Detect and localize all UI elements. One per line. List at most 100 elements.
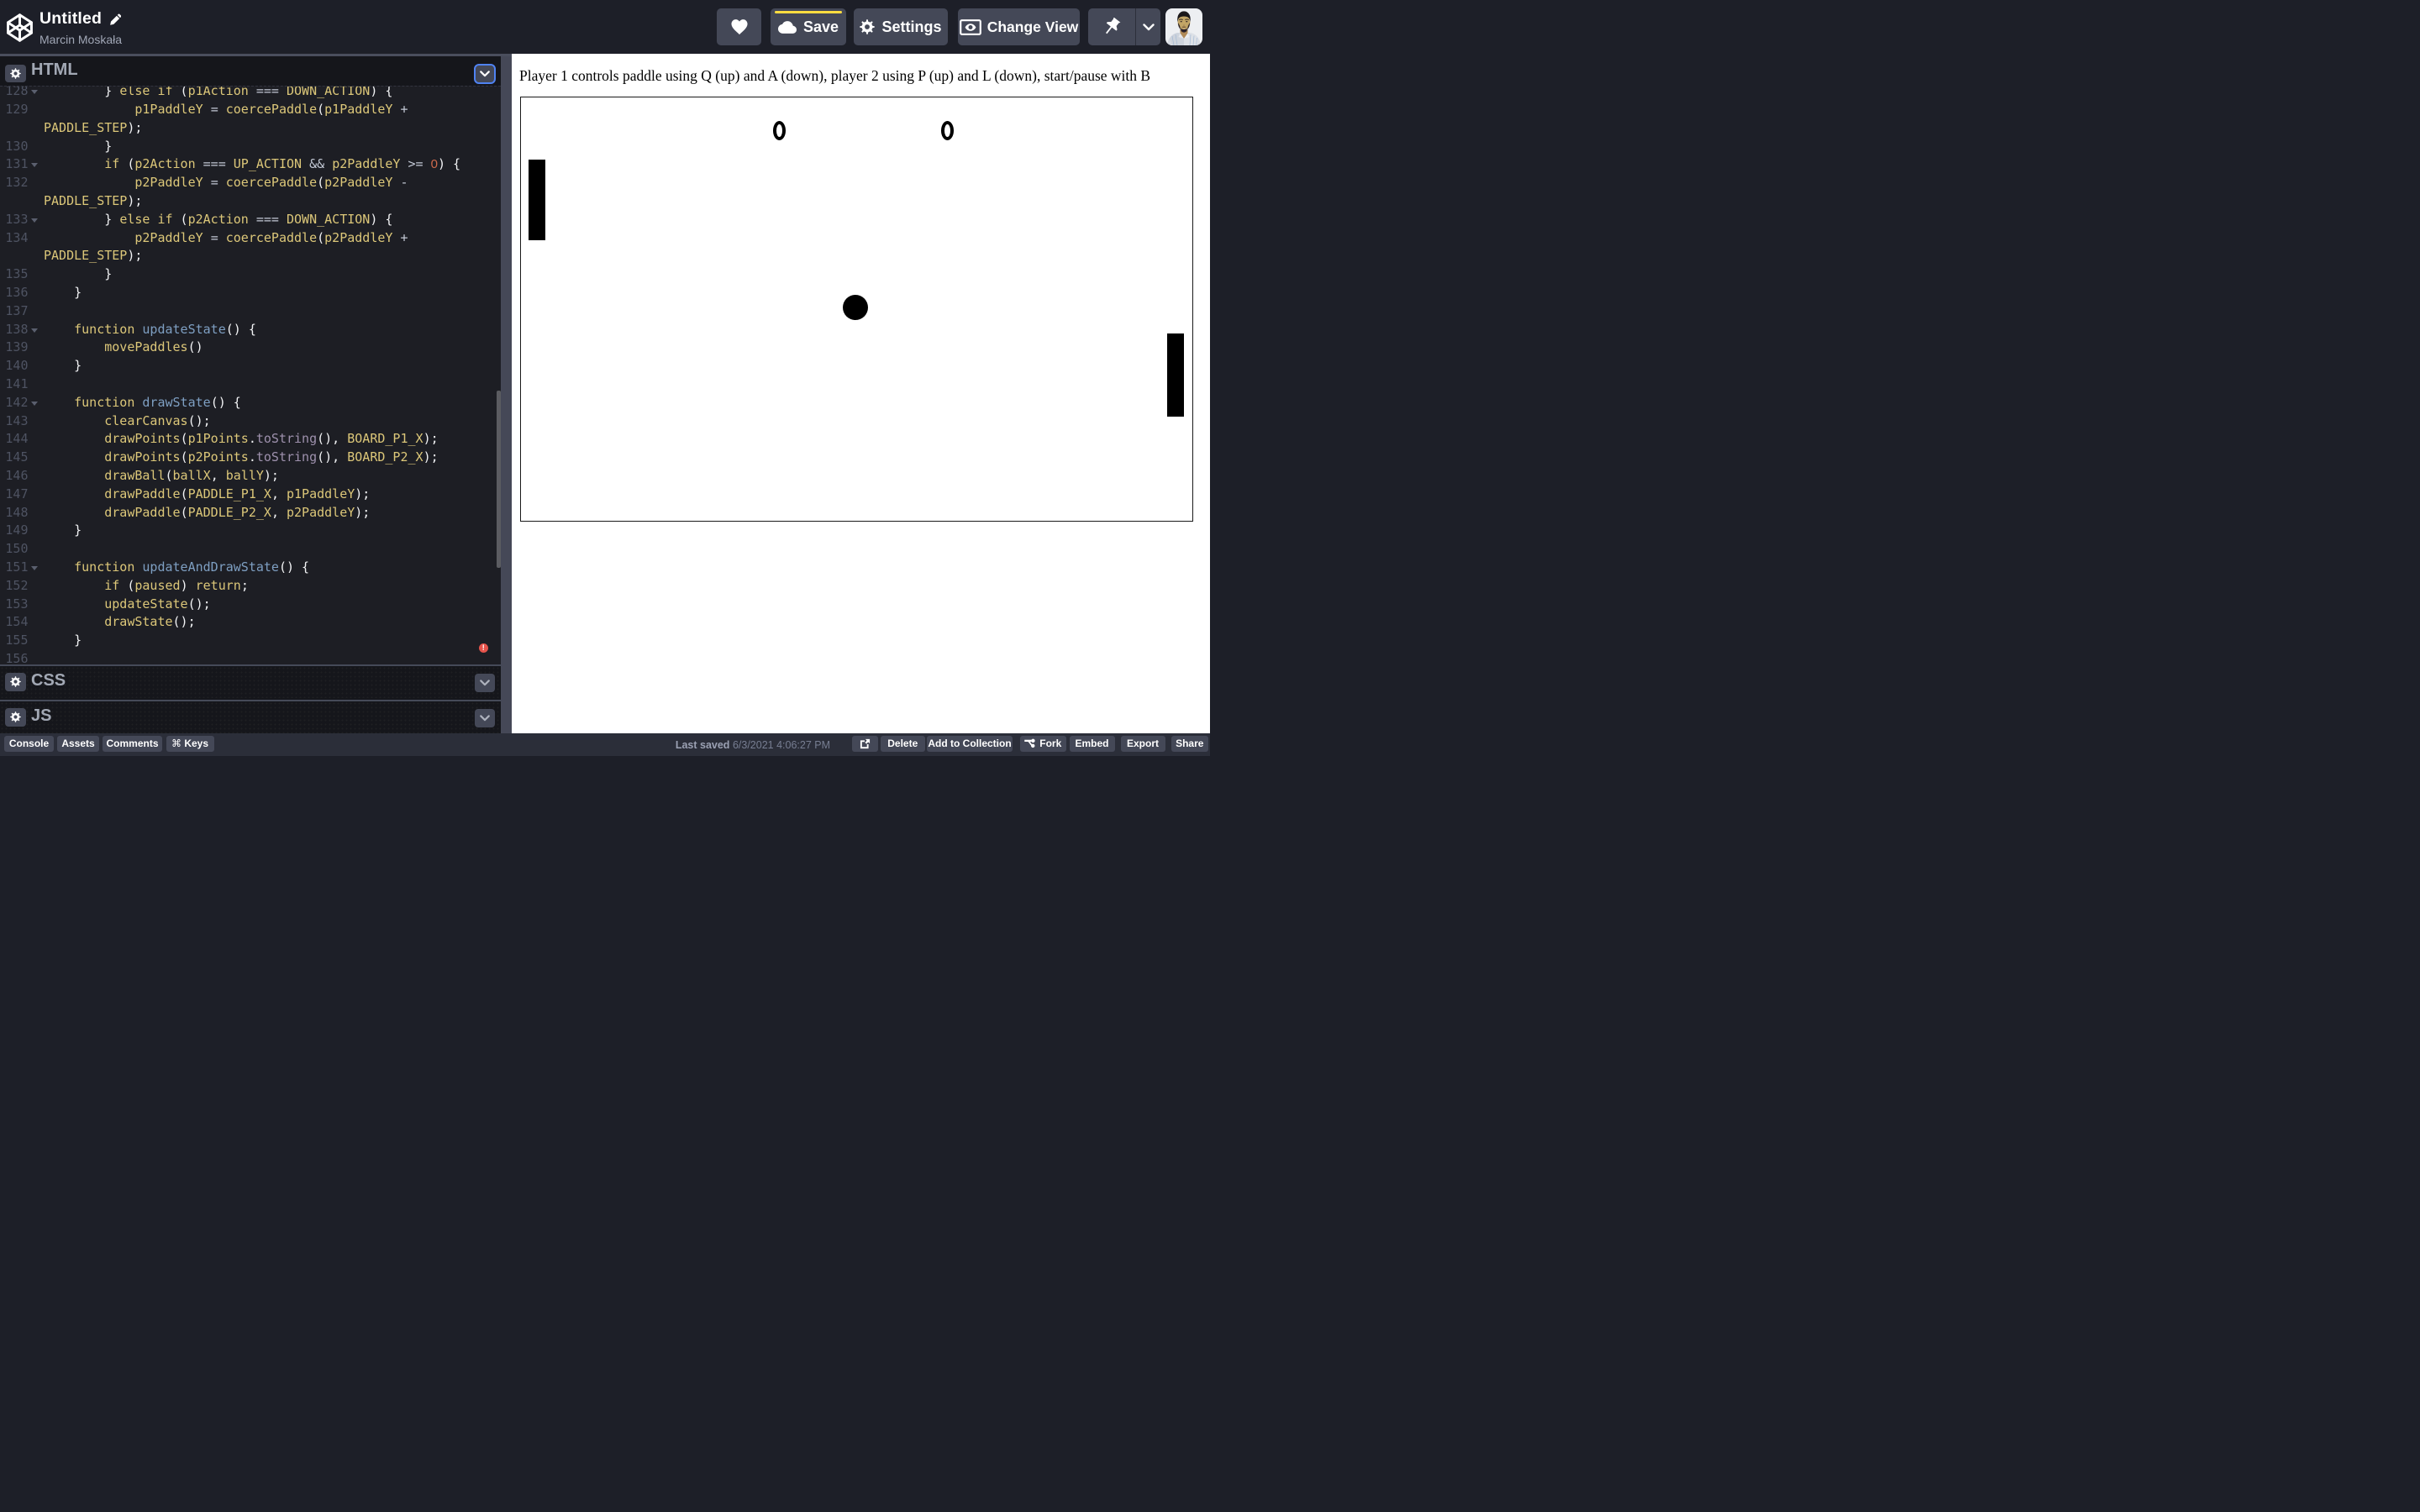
- code-line-156[interactable]: 156: [0, 650, 501, 666]
- change-view-label: Change View: [987, 18, 1079, 36]
- embed-button[interactable]: Embed: [1070, 736, 1115, 753]
- token-y: p2PaddleY: [134, 230, 203, 245]
- like-button[interactable]: [717, 8, 761, 45]
- fold-arrow-icon[interactable]: [31, 328, 38, 333]
- token-y: updateState: [104, 596, 187, 612]
- game-instructions: Player 1 controls paddle using Q (up) an…: [519, 67, 1183, 85]
- code-line-141[interactable]: 141: [0, 375, 501, 394]
- code-line-wrap[interactable]: PADDLE_STEP);: [0, 192, 501, 211]
- keyboard-shortcuts-button[interactable]: ⌘ Keys: [166, 736, 214, 753]
- code-text: PADDLE_STEP);: [44, 247, 142, 265]
- code-line-131[interactable]: 131 if (p2Action === UP_ACTION && p2Padd…: [0, 155, 501, 174]
- code-line-154[interactable]: 154 drawState();: [0, 613, 501, 632]
- settings-button[interactable]: Settings: [854, 8, 948, 45]
- code-line-138[interactable]: 138 function updateState() {: [0, 321, 501, 339]
- avatar[interactable]: [1165, 8, 1202, 45]
- code-line-137[interactable]: 137: [0, 302, 501, 321]
- fork-label: Fork: [1039, 738, 1061, 749]
- code-line-135[interactable]: 135 }: [0, 265, 501, 284]
- code-line-130[interactable]: 130 }: [0, 138, 501, 156]
- error-badge[interactable]: !: [479, 643, 489, 654]
- fold-arrow-icon[interactable]: [31, 163, 38, 167]
- code-line-wrap[interactable]: PADDLE_STEP);: [0, 119, 501, 138]
- pin-button[interactable]: [1088, 8, 1135, 45]
- code-text: drawPaddle(PADDLE_P2_X, p2PaddleY);: [44, 504, 370, 522]
- token-y: p2Action: [188, 212, 249, 227]
- code-line-144[interactable]: 144 drawPoints(p1Points.toString(), BOAR…: [0, 430, 501, 449]
- pin-icon: [1102, 18, 1122, 37]
- delete-button[interactable]: Delete: [881, 736, 925, 753]
- token-o: =: [211, 230, 218, 245]
- css-expand-button[interactable]: [475, 674, 495, 692]
- last-saved-time: 6/3/2021 4:06:27 PM: [733, 739, 830, 751]
- css-settings-button[interactable]: [5, 673, 27, 691]
- token-w: [44, 322, 74, 337]
- fork-button[interactable]: Fork: [1020, 736, 1066, 753]
- code-line-139[interactable]: 139 movePaddles(): [0, 339, 501, 357]
- code-line-146[interactable]: 146 drawBall(ballX, ballY);: [0, 467, 501, 486]
- code-line-149[interactable]: 149 }: [0, 522, 501, 540]
- css-editor-label[interactable]: CSS: [31, 671, 66, 690]
- code-scrollbar-thumb[interactable]: [497, 391, 501, 568]
- token-y: p2Action: [134, 156, 195, 171]
- token-w: [279, 212, 287, 227]
- code-line-145[interactable]: 145 drawPoints(p2Points.toString(), BOAR…: [0, 449, 501, 467]
- code-line-140[interactable]: 140 }: [0, 357, 501, 375]
- pen-author[interactable]: Marcin Moskała: [39, 33, 122, 46]
- assets-button[interactable]: Assets: [57, 736, 99, 753]
- token-w: ,: [271, 486, 287, 501]
- player2-paddle: [1167, 333, 1184, 417]
- token-y: p2PaddleY: [332, 156, 400, 171]
- code-line-150[interactable]: 150: [0, 540, 501, 559]
- code-line-147[interactable]: 147 drawPaddle(PADDLE_P1_X, p1PaddleY);: [0, 486, 501, 504]
- fold-arrow-icon[interactable]: [31, 218, 38, 223]
- token-w: [44, 102, 134, 117]
- code-line-129[interactable]: 129 p1PaddleY = coercePaddle(p1PaddleY +: [0, 101, 501, 119]
- token-w: }: [44, 139, 112, 154]
- fold-arrow-icon[interactable]: [31, 566, 38, 570]
- save-button[interactable]: Save: [771, 8, 846, 45]
- code-line-152[interactable]: 152 if (paused) return;: [0, 577, 501, 596]
- pin-dropdown-button[interactable]: [1136, 8, 1160, 45]
- game-canvas[interactable]: [520, 97, 1193, 522]
- comments-button[interactable]: Comments: [103, 736, 162, 753]
- code-line-136[interactable]: 136 }: [0, 284, 501, 302]
- code-line-151[interactable]: 151 function updateAndDrawState() {: [0, 559, 501, 577]
- code-line-133[interactable]: 133 } else if (p2Action === DOWN_ACTION)…: [0, 211, 501, 229]
- editor-preview-resizer[interactable]: [501, 56, 512, 733]
- code-editor[interactable]: 128 } else if (p1Action === DOWN_ACTION)…: [0, 86, 501, 666]
- token-w: ) {: [370, 212, 392, 227]
- code-line-155[interactable]: 155 }: [0, 632, 501, 650]
- edit-title-icon[interactable]: [109, 13, 121, 25]
- console-button[interactable]: Console: [4, 736, 54, 753]
- html-editor-label[interactable]: HTML: [31, 60, 78, 80]
- add-to-collection-button[interactable]: Add to Collection: [927, 736, 1013, 753]
- js-editor-label[interactable]: JS: [31, 706, 51, 726]
- js-expand-button[interactable]: [475, 709, 495, 727]
- code-line-wrap[interactable]: PADDLE_STEP);: [0, 247, 501, 265]
- code-line-142[interactable]: 142 function drawState() {: [0, 394, 501, 412]
- code-line-153[interactable]: 153 updateState();: [0, 596, 501, 614]
- command-icon: ⌘: [171, 738, 182, 749]
- token-w: [44, 431, 104, 446]
- fold-arrow-icon[interactable]: [31, 90, 38, 94]
- token-w: [44, 175, 134, 190]
- code-line-148[interactable]: 148 drawPaddle(PADDLE_P2_X, p2PaddleY);: [0, 504, 501, 522]
- code-line-134[interactable]: 134 p2PaddleY = coercePaddle(p2PaddleY +: [0, 229, 501, 248]
- token-w: );: [355, 505, 370, 520]
- html-settings-button[interactable]: [5, 65, 27, 83]
- code-line-128[interactable]: 128 } else if (p1Action === DOWN_ACTION)…: [0, 86, 501, 102]
- code-line-132[interactable]: 132 p2PaddleY = coercePaddle(p2PaddleY -: [0, 174, 501, 192]
- codepen-logo-icon[interactable]: [7, 13, 33, 42]
- code-text: }: [44, 284, 82, 302]
- change-view-button[interactable]: Change View: [958, 8, 1080, 45]
- open-external-button[interactable]: [852, 736, 878, 753]
- html-collapse-button[interactable]: [474, 64, 496, 84]
- token-w: .: [249, 449, 256, 465]
- js-settings-button[interactable]: [5, 708, 27, 727]
- line-number: 150: [0, 540, 29, 559]
- export-button[interactable]: Export: [1121, 736, 1165, 753]
- code-line-143[interactable]: 143 clearCanvas();: [0, 412, 501, 431]
- share-button[interactable]: Share: [1171, 736, 1209, 753]
- fold-arrow-icon[interactable]: [31, 402, 38, 406]
